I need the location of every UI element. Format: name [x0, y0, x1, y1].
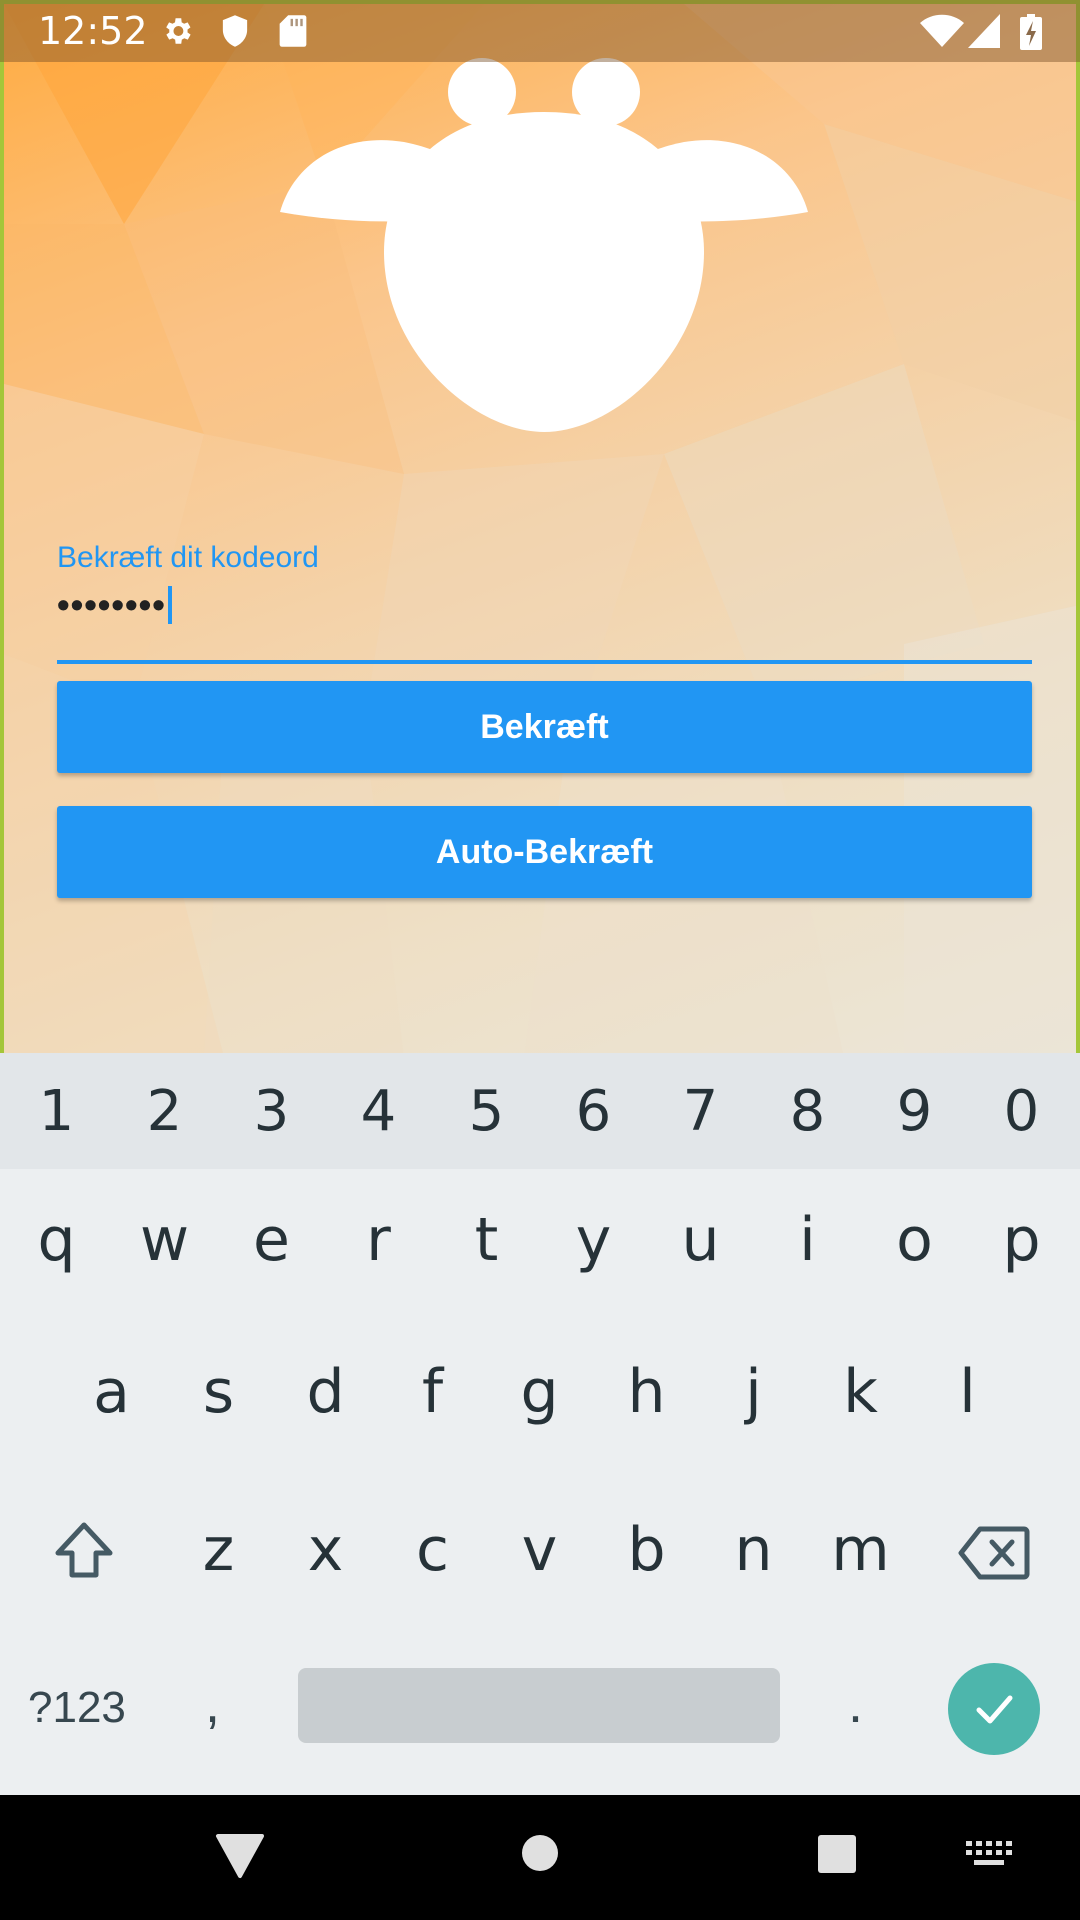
key-0[interactable]: 0 — [968, 1079, 1075, 1144]
key-l[interactable]: l — [914, 1357, 1021, 1427]
keyboard-row-z: z x c v b n m — [0, 1515, 1080, 1615]
key-o[interactable]: o — [861, 1205, 968, 1275]
key-y[interactable]: y — [540, 1205, 647, 1275]
key-j[interactable]: j — [700, 1357, 807, 1427]
keyboard-row-a: a s d f g h j k l — [0, 1357, 1080, 1457]
key-4[interactable]: 4 — [325, 1079, 432, 1144]
key-period[interactable]: . — [848, 1673, 863, 1735]
home-icon[interactable] — [520, 1833, 560, 1873]
key-m[interactable]: m — [807, 1515, 914, 1585]
sd-card-icon — [279, 15, 307, 47]
key-r[interactable]: r — [325, 1205, 432, 1275]
shift-icon[interactable] — [52, 1519, 116, 1583]
key-v[interactable]: v — [486, 1515, 593, 1585]
key-h[interactable]: h — [593, 1357, 700, 1427]
key-e[interactable]: e — [218, 1205, 325, 1275]
enter-key[interactable] — [948, 1663, 1040, 1755]
key-i[interactable]: i — [754, 1205, 861, 1275]
key-f[interactable]: f — [379, 1357, 486, 1427]
key-7[interactable]: 7 — [647, 1079, 754, 1144]
status-bar: 12:52 — [0, 0, 1080, 62]
key-n[interactable]: n — [700, 1515, 807, 1585]
check-icon — [976, 1695, 1013, 1724]
key-5[interactable]: 5 — [433, 1079, 540, 1144]
confirm-button[interactable]: Bekræft — [57, 681, 1032, 773]
key-c[interactable]: c — [379, 1515, 486, 1585]
key-2[interactable]: 2 — [111, 1079, 218, 1144]
shield-icon — [222, 15, 248, 47]
wifi-icon — [920, 14, 964, 47]
key-p[interactable]: p — [968, 1205, 1075, 1275]
recents-icon[interactable] — [817, 1834, 857, 1874]
key-b[interactable]: b — [593, 1515, 700, 1585]
password-input[interactable]: •••••••• — [57, 584, 1032, 654]
navigation-bar — [0, 1795, 1080, 1920]
text-cursor — [167, 586, 172, 625]
screen: Bekræft dit kodeord •••••••• Bekræft Aut… — [0, 0, 1080, 1920]
key-6[interactable]: 6 — [540, 1079, 647, 1144]
app-logo — [280, 58, 808, 432]
back-icon[interactable] — [215, 1833, 265, 1879]
keyboard-bottom-row: ?123 , . — [0, 1653, 1080, 1773]
key-q[interactable]: q — [3, 1205, 110, 1275]
keyboard-number-row: 1 2 3 4 5 6 7 8 9 0 — [0, 1053, 1080, 1169]
key-z[interactable]: z — [165, 1515, 272, 1585]
key-comma[interactable]: , — [205, 1673, 220, 1735]
key-g[interactable]: g — [486, 1357, 593, 1427]
keyboard-switch-icon[interactable] — [966, 1841, 1012, 1867]
key-t[interactable]: t — [433, 1205, 540, 1275]
password-value: •••••••• — [57, 584, 166, 626]
key-d[interactable]: d — [272, 1357, 379, 1427]
status-time: 12:52 — [38, 9, 148, 53]
backspace-icon[interactable] — [958, 1525, 1030, 1581]
battery-charging-icon — [1020, 14, 1042, 50]
auto-confirm-button[interactable]: Auto-Bekræft — [57, 806, 1032, 898]
space-key[interactable] — [298, 1668, 780, 1743]
symbols-key[interactable]: ?123 — [28, 1683, 126, 1733]
key-a[interactable]: a — [58, 1357, 165, 1427]
soft-keyboard: 1 2 3 4 5 6 7 8 9 0 q w e r t y u i o p … — [0, 1053, 1080, 1795]
signal-icon — [968, 14, 1000, 48]
password-field-underline — [57, 660, 1032, 664]
key-3[interactable]: 3 — [218, 1079, 325, 1144]
password-field-label: Bekræft dit kodeord — [57, 541, 319, 574]
key-8[interactable]: 8 — [754, 1079, 861, 1144]
key-9[interactable]: 9 — [861, 1079, 968, 1144]
key-1[interactable]: 1 — [3, 1079, 110, 1144]
settings-icon — [166, 18, 191, 44]
keyboard-row-q: q w e r t y u i o p — [0, 1205, 1080, 1305]
key-x[interactable]: x — [272, 1515, 379, 1585]
key-u[interactable]: u — [647, 1205, 754, 1275]
key-s[interactable]: s — [165, 1357, 272, 1427]
key-k[interactable]: k — [807, 1357, 914, 1427]
key-w[interactable]: w — [111, 1205, 218, 1275]
app-area: Bekræft dit kodeord •••••••• Bekræft Aut… — [0, 0, 1080, 1053]
